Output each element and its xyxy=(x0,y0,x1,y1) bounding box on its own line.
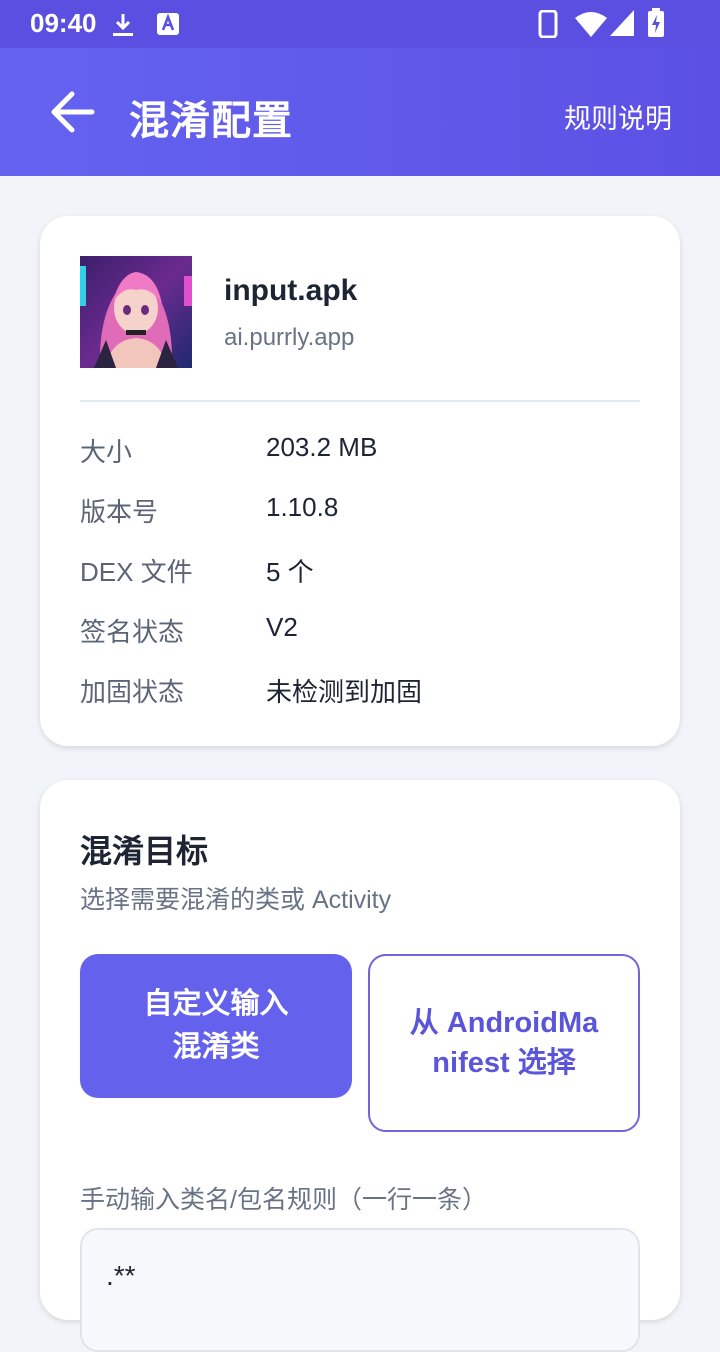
obfuscation-target-card: 混淆目标 选择需要混淆的类或 Activity 自定义输入混淆类 从 Andro… xyxy=(40,780,680,1352)
info-row-size: 大小 203.2 MB xyxy=(80,432,640,472)
status-bar: 09:40 xyxy=(0,0,720,48)
apk-info-card: input.apk ai.purrly.app 大小 203.2 MB 版本号 … xyxy=(40,216,680,746)
info-label: 签名状态 xyxy=(80,617,185,647)
manifest-select-button-label: 从 AndroidManifest 选择 xyxy=(409,1007,599,1079)
app-icon xyxy=(80,256,192,368)
info-label: DEX 文件 xyxy=(80,557,193,587)
section-subtitle: 选择需要混淆的类或 Activity xyxy=(80,886,392,914)
rules-input-value: .** xyxy=(106,1260,136,1291)
divider xyxy=(80,400,640,402)
manifest-select-button[interactable]: 从 AndroidManifest 选择 xyxy=(368,954,640,1132)
info-value: 1.10.8 xyxy=(266,492,339,522)
info-value: V2 xyxy=(266,612,298,642)
rules-input-label: 手动输入类名/包名规则（一行一条） xyxy=(80,1186,487,1214)
apk-package-name: ai.purrly.app xyxy=(224,324,355,351)
info-label: 大小 xyxy=(80,437,133,467)
info-value: 5 个 xyxy=(266,557,314,587)
info-label: 版本号 xyxy=(80,497,159,527)
apk-file-name: input.apk xyxy=(224,274,358,307)
info-label: 加固状态 xyxy=(80,677,185,707)
app-bar: 混淆配置 规则说明 xyxy=(0,48,720,176)
custom-input-button[interactable]: 自定义输入混淆类 xyxy=(80,954,352,1098)
info-value: 203.2 MB xyxy=(266,432,378,462)
status-time: 09:40 xyxy=(30,8,97,38)
download-icon xyxy=(113,14,133,36)
wifi-icon xyxy=(575,12,607,37)
rules-help-link[interactable]: 规则说明 xyxy=(564,97,672,136)
rules-input[interactable]: .** xyxy=(80,1228,640,1352)
phone-icon xyxy=(538,10,558,38)
section-title: 混淆目标 xyxy=(80,833,209,869)
back-arrow-icon[interactable] xyxy=(48,90,96,134)
signal-icon xyxy=(610,10,634,36)
info-row-version: 版本号 1.10.8 xyxy=(80,492,640,532)
custom-input-button-label: 自定义输入混淆类 xyxy=(143,988,289,1063)
info-row-signature: 签名状态 V2 xyxy=(80,612,640,652)
keyboard-icon xyxy=(157,13,179,35)
page-title: 混淆配置 xyxy=(129,99,293,143)
info-row-hardening: 加固状态 未检测到加固 xyxy=(80,672,640,712)
info-row-dex: DEX 文件 5 个 xyxy=(80,552,640,592)
battery-icon xyxy=(648,8,664,37)
info-value: 未检测到加固 xyxy=(266,677,423,707)
